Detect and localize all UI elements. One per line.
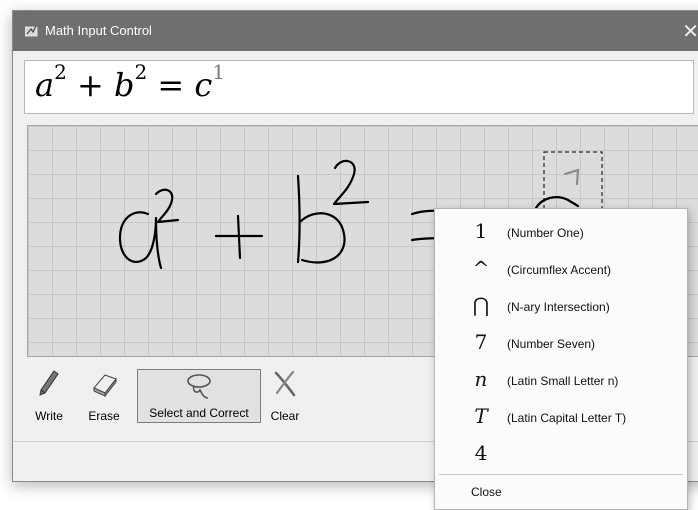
menu-item-symbol: 7 — [474, 330, 488, 354]
formula-var-c: c — [194, 66, 213, 104]
formula-var-b: b — [113, 66, 135, 104]
menu-item-capital-t[interactable]: T (Latin Capital Letter T) — [435, 400, 687, 437]
formula-var-a: a — [35, 66, 55, 104]
ink-b — [296, 174, 346, 264]
select-and-correct-button[interactable]: Select and Correct — [137, 369, 261, 423]
menu-item-number-four[interactable]: 4 — [435, 437, 687, 474]
ink-a — [118, 211, 163, 270]
menu-item-small-n[interactable]: n (Latin Small Letter n) — [435, 363, 687, 400]
menu-item-label: (Circumflex Accent) — [507, 263, 612, 277]
ink-a-exponent — [154, 188, 180, 224]
clear-button[interactable]: Clear — [267, 367, 303, 425]
write-label: Write — [35, 409, 63, 423]
menu-item-symbol: ⋂ — [472, 293, 490, 317]
menu-item-label: (Number Seven) — [507, 337, 596, 351]
close-icon[interactable]: ✕ — [682, 19, 698, 43]
erase-button[interactable]: Erase — [79, 367, 129, 425]
menu-item-number-one[interactable]: 1 (Number One) — [435, 215, 687, 252]
ink-plus-v — [236, 214, 242, 260]
menu-item-circumflex[interactable]: ^ (Circumflex Accent) — [435, 252, 687, 289]
toolbar: Write Erase Select and Correct Clear — [25, 363, 345, 429]
menu-item-label: (N-ary Intersection) — [507, 300, 610, 314]
formula-exponent-c: 1 — [212, 60, 225, 84]
menu-item-symbol: n — [474, 367, 488, 391]
select-and-correct-label: Select and Correct — [149, 406, 249, 420]
menu-item-number-seven[interactable]: 7 (Number Seven) — [435, 326, 687, 363]
menu-close-item[interactable]: Close — [471, 485, 502, 499]
formula-equals: = — [157, 66, 185, 104]
erase-label: Erase — [88, 409, 120, 423]
ink-b-exponent — [332, 159, 370, 206]
menu-item-intersection[interactable]: ⋂ (N-ary Intersection) — [435, 289, 687, 326]
menu-item-symbol: 4 — [474, 441, 488, 465]
lasso-icon — [187, 374, 211, 399]
menu-separator — [439, 474, 683, 475]
write-button[interactable]: Write — [29, 367, 69, 425]
menu-item-label: (Number One) — [507, 226, 584, 240]
selection-box — [543, 151, 603, 211]
pen-icon — [39, 370, 59, 396]
menu-item-label: (Latin Small Letter n) — [507, 374, 619, 388]
menu-item-symbol: ^ — [472, 256, 490, 280]
clear-label: Clear — [270, 409, 300, 423]
formula-exponent-b: 2 — [134, 60, 148, 84]
menu-item-symbol: T — [474, 404, 488, 428]
window-title: Math Input Control — [45, 23, 152, 38]
ink-c — [534, 196, 580, 210]
menu-item-label: (Latin Capital Letter T) — [507, 411, 627, 425]
clear-x-icon — [274, 370, 296, 397]
recognized-formula-preview: a2 + b2 = c1 — [24, 60, 694, 114]
formula-exponent-a: 2 — [54, 60, 67, 84]
eraser-icon — [93, 374, 117, 397]
math-input-icon — [25, 25, 38, 37]
correction-menu: 1 (Number One) ^ (Circumflex Accent) ⋂ (… — [434, 208, 688, 510]
ink-c-exponent — [563, 168, 580, 186]
title-bar: Math Input Control ✕ — [13, 11, 698, 51]
formula-text: a2 + b2 = c1 — [35, 60, 225, 104]
formula-plus: + — [76, 66, 104, 104]
menu-item-symbol: 1 — [474, 219, 488, 243]
